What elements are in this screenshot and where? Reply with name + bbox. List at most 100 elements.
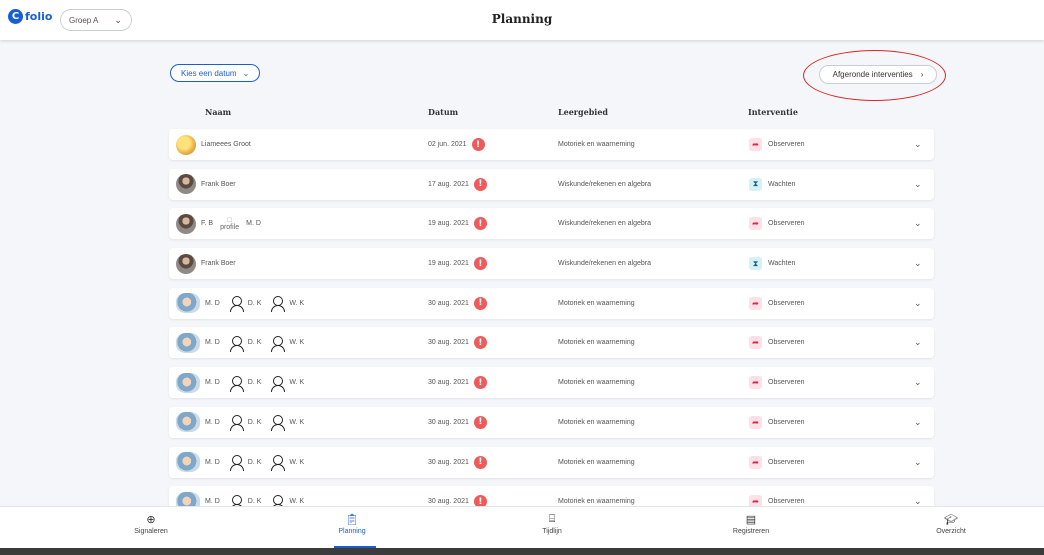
expand-chevron-icon[interactable]: ⌄: [914, 407, 922, 438]
student-name: D. K: [247, 299, 262, 307]
date-text: 30 aug. 2021: [428, 339, 469, 347]
row-intervention: ➦ Observeren: [749, 129, 805, 160]
completed-interventions-label: Afgeronde interventies: [832, 70, 913, 79]
intervention-label: Wachten: [768, 260, 796, 268]
alert-icon: !: [473, 495, 487, 506]
date-picker-label: Kies een datum: [181, 68, 237, 78]
chevron-down-icon: ⌄: [242, 68, 250, 78]
student-name: F. B: [201, 220, 214, 228]
student-name: D. K: [247, 498, 262, 506]
observe-icon: ➦: [749, 296, 762, 310]
intervention-label: Wachten: [768, 180, 796, 188]
row-date: 30 aug. 2021!: [428, 367, 487, 398]
window-bottom-bar: [0, 548, 1044, 555]
student-name: W. K: [289, 418, 305, 426]
backpack-icon: ⌸: [548, 513, 556, 525]
expand-chevron-icon[interactable]: ⌄: [914, 288, 922, 319]
date-text: 30 aug. 2021: [428, 458, 469, 466]
row-intervention: ➦ Observeren: [749, 407, 805, 438]
row-area: Motoriek en waarneming: [558, 498, 635, 506]
student-name: W. K: [289, 299, 305, 307]
planning-row[interactable]: M. D D. K W. K 30 aug. 2021! Motoriek en waa…: [169, 406, 934, 438]
alert-icon: !: [473, 217, 487, 231]
row-date: 30 aug. 2021!: [428, 447, 487, 478]
nav-item-registreren[interactable]: ▤ Registreren: [691, 513, 811, 535]
observe-icon: ➦: [749, 138, 762, 151]
intervention-label: Observeren: [768, 418, 805, 426]
planning-row[interactable]: Frank Boer 19 aug. 2021! Wiskunde/rekenen …: [169, 248, 934, 280]
top-header: C folio Groep A ⌄ Planning: [0, 0, 1044, 40]
student-name: M. D: [205, 379, 220, 387]
student-name: Frank Boer: [201, 260, 236, 268]
expand-chevron-icon[interactable]: ⌄: [914, 447, 922, 478]
observe-icon: ➦: [749, 336, 762, 350]
avatar: [176, 372, 200, 393]
broken-profile-image: □ profile: [220, 217, 239, 231]
person-icon: [270, 375, 286, 392]
date-text: 30 aug. 2021: [428, 498, 469, 506]
row-area: Motoriek en waarneming: [558, 299, 635, 307]
planning-row[interactable]: M. D D. K W. K 30 aug. 2021! Motoriek en waa…: [169, 327, 934, 359]
avatar: [176, 412, 200, 433]
person-icon: [270, 455, 286, 471]
date-text: 19 aug. 2021: [428, 220, 469, 228]
person-icon: [229, 335, 244, 352]
row-area: Motoriek en waarneming: [558, 339, 635, 347]
nav-label: Planning: [338, 528, 366, 535]
alert-icon: !: [473, 257, 487, 271]
person-icon: [229, 415, 244, 432]
expand-chevron-icon[interactable]: ⌄: [914, 208, 922, 239]
nav-item-planning[interactable]: 📋︎ Planning: [292, 513, 412, 535]
planning-row[interactable]: F. B □ profile M. D 19 aug. 2021! Wiskunde/re…: [169, 208, 934, 240]
intervention-label: Observeren: [768, 339, 805, 347]
row-area: Wiskunde/rekenen en algebra: [558, 220, 652, 228]
graduation-cap-icon: 🎓︎: [944, 514, 958, 526]
planning-row[interactable]: M. D D. K W. K 30 aug. 2021! Motoriek en waa…: [169, 446, 934, 478]
column-header-date: Datum: [428, 107, 459, 117]
expand-chevron-icon[interactable]: ⌄: [914, 327, 922, 358]
row-date: 19 aug. 2021!: [428, 208, 487, 239]
completed-interventions-button[interactable]: Afgeronde interventies ›: [819, 65, 937, 84]
intervention-label: Observeren: [768, 220, 805, 228]
hourglass-icon: ⧗: [749, 177, 762, 191]
alert-icon: !: [473, 376, 487, 390]
nav-item-overzicht[interactable]: 🎓︎ Overzicht: [891, 513, 1011, 535]
column-header-name: Naam: [205, 107, 232, 117]
row-date: 02 jun. 2021!: [428, 129, 485, 160]
student-name: D. K: [247, 339, 262, 347]
planning-row[interactable]: M. D D. K W. K 30 aug. 2021! Motoriek en waa…: [169, 367, 934, 399]
avatar: [176, 293, 200, 314]
row-area: Motoriek en waarneming: [558, 379, 635, 387]
row-intervention: ➦ Observeren: [749, 208, 805, 239]
expand-chevron-icon[interactable]: ⌄: [914, 367, 922, 398]
row-names: M. D D. K W. K: [176, 327, 304, 358]
planning-row[interactable]: Liameees Groot 02 jun. 2021! Motoriek en w…: [169, 129, 934, 160]
row-area: Wiskunde/rekenen en algebra: [558, 260, 652, 268]
observe-icon: ➦: [749, 217, 762, 231]
nav-item-tijdlijn[interactable]: ⌸ Tijdlijn: [492, 513, 612, 535]
student-name: M. D: [246, 220, 261, 228]
planning-row[interactable]: Frank Boer 17 aug. 2021! Wiskunde/rekenen …: [169, 168, 934, 200]
row-area: Motoriek en waarneming: [558, 458, 635, 466]
person-icon: [229, 455, 244, 471]
row-names: M. D D. K W. K: [176, 447, 304, 478]
student-name: D. K: [247, 458, 262, 466]
id-card-icon: ▤: [745, 514, 757, 526]
planning-row[interactable]: M. D D. K W. K 30 aug. 2021! Motoriek en waa…: [169, 486, 934, 506]
row-intervention: ⧗ Wachten: [749, 169, 795, 200]
row-intervention: ⧗ Wachten: [749, 248, 795, 279]
row-date: 17 aug. 2021!: [428, 169, 487, 200]
avatar: [176, 332, 200, 353]
nav-item-signaleren[interactable]: ⊕ Signaleren: [91, 513, 211, 535]
student-name: W. K: [289, 458, 305, 466]
student-name: W. K: [289, 379, 305, 387]
expand-chevron-icon[interactable]: ⌄: [914, 169, 922, 200]
expand-chevron-icon[interactable]: ⌄: [914, 248, 922, 279]
planning-row[interactable]: M. D D. K W. K 30 aug. 2021! Motoriek en waa…: [169, 287, 934, 319]
alert-icon: !: [473, 415, 487, 429]
expand-chevron-icon[interactable]: ⌄: [914, 129, 922, 160]
expand-chevron-icon[interactable]: ⌄: [914, 486, 922, 506]
date-picker-button[interactable]: Kies een datum ⌄: [170, 64, 261, 82]
row-intervention: ➦ Observeren: [749, 288, 805, 319]
row-intervention: ➦ Observeren: [749, 367, 805, 398]
